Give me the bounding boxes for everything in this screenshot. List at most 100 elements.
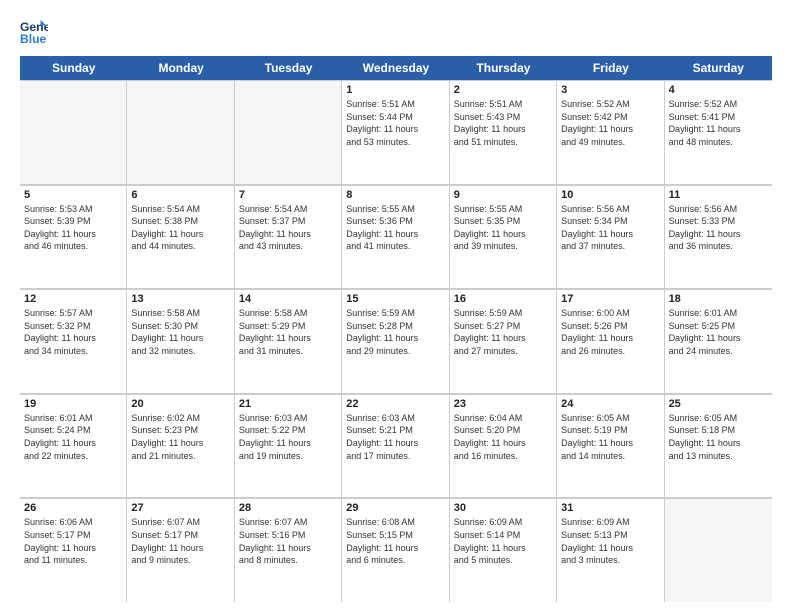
table-row xyxy=(20,80,127,184)
logo: General Blue xyxy=(20,18,48,46)
week-row-4: 19 Sunrise: 6:01 AM Sunset: 5:24 PM Dayli… xyxy=(20,394,772,499)
table-row: 26Sunrise: 6:06 AM Sunset: 5:17 PM Dayli… xyxy=(20,498,127,602)
day-number: 19 xyxy=(24,398,122,410)
day-number: 12 xyxy=(24,293,122,305)
table-row: 6 Sunrise: 5:54 AM Sunset: 5:38 PM Daylig… xyxy=(127,185,234,289)
day-number: 17 xyxy=(561,293,659,305)
day-info: Sunrise: 5:58 AM Sunset: 5:30 PM Dayligh… xyxy=(131,307,229,357)
day-number: 13 xyxy=(131,293,229,305)
day-number: 22 xyxy=(346,398,444,410)
day-number: 26 xyxy=(24,502,122,514)
day-info: Sunrise: 6:05 AM Sunset: 5:19 PM Dayligh… xyxy=(561,412,659,462)
table-row: 20Sunrise: 6:02 AM Sunset: 5:23 PM Dayli… xyxy=(127,394,234,498)
day-number: 8 xyxy=(346,189,444,201)
day-info: Sunrise: 5:55 AM Sunset: 5:35 PM Dayligh… xyxy=(454,203,552,253)
day-info: Sunrise: 5:54 AM Sunset: 5:38 PM Dayligh… xyxy=(131,203,229,253)
day-number: 15 xyxy=(346,293,444,305)
svg-text:Blue: Blue xyxy=(20,32,47,46)
table-row: 11 Sunrise: 5:56 AM Sunset: 5:33 PM Dayli… xyxy=(665,185,772,289)
logo-icon: General Blue xyxy=(20,18,48,46)
day-number: 25 xyxy=(669,398,768,410)
day-number: 9 xyxy=(454,189,552,201)
day-number: 14 xyxy=(239,293,337,305)
day-info: Sunrise: 5:58 AM Sunset: 5:29 PM Dayligh… xyxy=(239,307,337,357)
day-info: Sunrise: 6:01 AM Sunset: 5:24 PM Dayligh… xyxy=(24,412,122,462)
table-row: 24 Sunrise: 6:05 AM Sunset: 5:19 PM Dayli… xyxy=(557,394,664,498)
table-row: 5Sunrise: 5:53 AM Sunset: 5:39 PM Daylig… xyxy=(20,185,127,289)
day-number: 29 xyxy=(346,502,444,514)
header-wednesday: Wednesday xyxy=(342,56,449,80)
week-row-3: 12Sunrise: 5:57 AM Sunset: 5:32 PM Dayli… xyxy=(20,289,772,394)
day-number: 28 xyxy=(239,502,337,514)
day-number: 24 xyxy=(561,398,659,410)
day-number: 20 xyxy=(131,398,229,410)
day-info: Sunrise: 5:53 AM Sunset: 5:39 PM Dayligh… xyxy=(24,203,122,253)
table-row: 13 Sunrise: 5:58 AM Sunset: 5:30 PM Dayli… xyxy=(127,289,234,393)
day-info: Sunrise: 6:04 AM Sunset: 5:20 PM Dayligh… xyxy=(454,412,552,462)
day-info: Sunrise: 6:09 AM Sunset: 5:13 PM Dayligh… xyxy=(561,516,659,566)
calendar-body: 1 Sunrise: 5:51 AM Sunset: 5:44 PM Daylig… xyxy=(20,80,772,602)
table-row: 14 Sunrise: 5:58 AM Sunset: 5:29 PM Dayli… xyxy=(235,289,342,393)
table-row: 3 Sunrise: 5:52 AM Sunset: 5:42 PM Daylig… xyxy=(557,80,664,184)
table-row: 29 Sunrise: 6:08 AM Sunset: 5:15 PM Dayli… xyxy=(342,498,449,602)
table-row: 19 Sunrise: 6:01 AM Sunset: 5:24 PM Dayli… xyxy=(20,394,127,498)
table-row: 17 Sunrise: 6:00 AM Sunset: 5:26 PM Dayli… xyxy=(557,289,664,393)
day-number: 3 xyxy=(561,84,659,96)
table-row: 22Sunrise: 6:03 AM Sunset: 5:21 PM Dayli… xyxy=(342,394,449,498)
table-row: 16Sunrise: 5:59 AM Sunset: 5:27 PM Dayli… xyxy=(450,289,557,393)
week-row-1: 1 Sunrise: 5:51 AM Sunset: 5:44 PM Daylig… xyxy=(20,80,772,185)
day-info: Sunrise: 5:51 AM Sunset: 5:44 PM Dayligh… xyxy=(346,98,444,148)
day-info: Sunrise: 5:56 AM Sunset: 5:34 PM Dayligh… xyxy=(561,203,659,253)
day-number: 7 xyxy=(239,189,337,201)
table-row: 4 Sunrise: 5:52 AM Sunset: 5:41 PM Daylig… xyxy=(665,80,772,184)
day-info: Sunrise: 6:00 AM Sunset: 5:26 PM Dayligh… xyxy=(561,307,659,357)
day-info: Sunrise: 5:59 AM Sunset: 5:27 PM Dayligh… xyxy=(454,307,552,357)
day-info: Sunrise: 5:52 AM Sunset: 5:42 PM Dayligh… xyxy=(561,98,659,148)
table-row: 25 Sunrise: 6:05 AM Sunset: 5:18 PM Dayli… xyxy=(665,394,772,498)
header-tuesday: Tuesday xyxy=(235,56,342,80)
day-info: Sunrise: 5:52 AM Sunset: 5:41 PM Dayligh… xyxy=(669,98,768,148)
day-number: 11 xyxy=(669,189,768,201)
day-info: Sunrise: 5:54 AM Sunset: 5:37 PM Dayligh… xyxy=(239,203,337,253)
day-info: Sunrise: 5:55 AM Sunset: 5:36 PM Dayligh… xyxy=(346,203,444,253)
day-number: 30 xyxy=(454,502,552,514)
day-number: 23 xyxy=(454,398,552,410)
day-info: Sunrise: 6:09 AM Sunset: 5:14 PM Dayligh… xyxy=(454,516,552,566)
header-monday: Monday xyxy=(127,56,234,80)
day-info: Sunrise: 5:51 AM Sunset: 5:43 PM Dayligh… xyxy=(454,98,552,148)
day-info: Sunrise: 5:56 AM Sunset: 5:33 PM Dayligh… xyxy=(669,203,768,253)
page: General Blue Sunday Monday Tuesday Wedne… xyxy=(0,0,792,612)
table-row: 7 Sunrise: 5:54 AM Sunset: 5:37 PM Daylig… xyxy=(235,185,342,289)
day-info: Sunrise: 6:05 AM Sunset: 5:18 PM Dayligh… xyxy=(669,412,768,462)
calendar-header: Sunday Monday Tuesday Wednesday Thursday… xyxy=(20,56,772,80)
day-number: 4 xyxy=(669,84,768,96)
week-row-2: 5Sunrise: 5:53 AM Sunset: 5:39 PM Daylig… xyxy=(20,185,772,290)
day-number: 10 xyxy=(561,189,659,201)
day-info: Sunrise: 6:08 AM Sunset: 5:15 PM Dayligh… xyxy=(346,516,444,566)
day-info: Sunrise: 6:07 AM Sunset: 5:16 PM Dayligh… xyxy=(239,516,337,566)
day-info: Sunrise: 6:01 AM Sunset: 5:25 PM Dayligh… xyxy=(669,307,768,357)
table-row: 31 Sunrise: 6:09 AM Sunset: 5:13 PM Dayli… xyxy=(557,498,664,602)
table-row xyxy=(665,498,772,602)
table-row: 2Sunrise: 5:51 AM Sunset: 5:43 PM Daylig… xyxy=(450,80,557,184)
day-number: 1 xyxy=(346,84,444,96)
header-friday: Friday xyxy=(557,56,664,80)
table-row: 30 Sunrise: 6:09 AM Sunset: 5:14 PM Dayli… xyxy=(450,498,557,602)
day-number: 6 xyxy=(131,189,229,201)
week-row-5: 26Sunrise: 6:06 AM Sunset: 5:17 PM Dayli… xyxy=(20,498,772,602)
table-row: 15Sunrise: 5:59 AM Sunset: 5:28 PM Dayli… xyxy=(342,289,449,393)
table-row: 8 Sunrise: 5:55 AM Sunset: 5:36 PM Daylig… xyxy=(342,185,449,289)
table-row: 21Sunrise: 6:03 AM Sunset: 5:22 PM Dayli… xyxy=(235,394,342,498)
day-number: 27 xyxy=(131,502,229,514)
calendar: Sunday Monday Tuesday Wednesday Thursday… xyxy=(20,56,772,602)
table-row xyxy=(235,80,342,184)
day-number: 31 xyxy=(561,502,659,514)
table-row: 28 Sunrise: 6:07 AM Sunset: 5:16 PM Dayli… xyxy=(235,498,342,602)
table-row: 18Sunrise: 6:01 AM Sunset: 5:25 PM Dayli… xyxy=(665,289,772,393)
day-info: Sunrise: 6:03 AM Sunset: 5:22 PM Dayligh… xyxy=(239,412,337,462)
table-row: 1 Sunrise: 5:51 AM Sunset: 5:44 PM Daylig… xyxy=(342,80,449,184)
table-row xyxy=(127,80,234,184)
day-info: Sunrise: 6:07 AM Sunset: 5:17 PM Dayligh… xyxy=(131,516,229,566)
header-thursday: Thursday xyxy=(450,56,557,80)
header-sunday: Sunday xyxy=(20,56,127,80)
